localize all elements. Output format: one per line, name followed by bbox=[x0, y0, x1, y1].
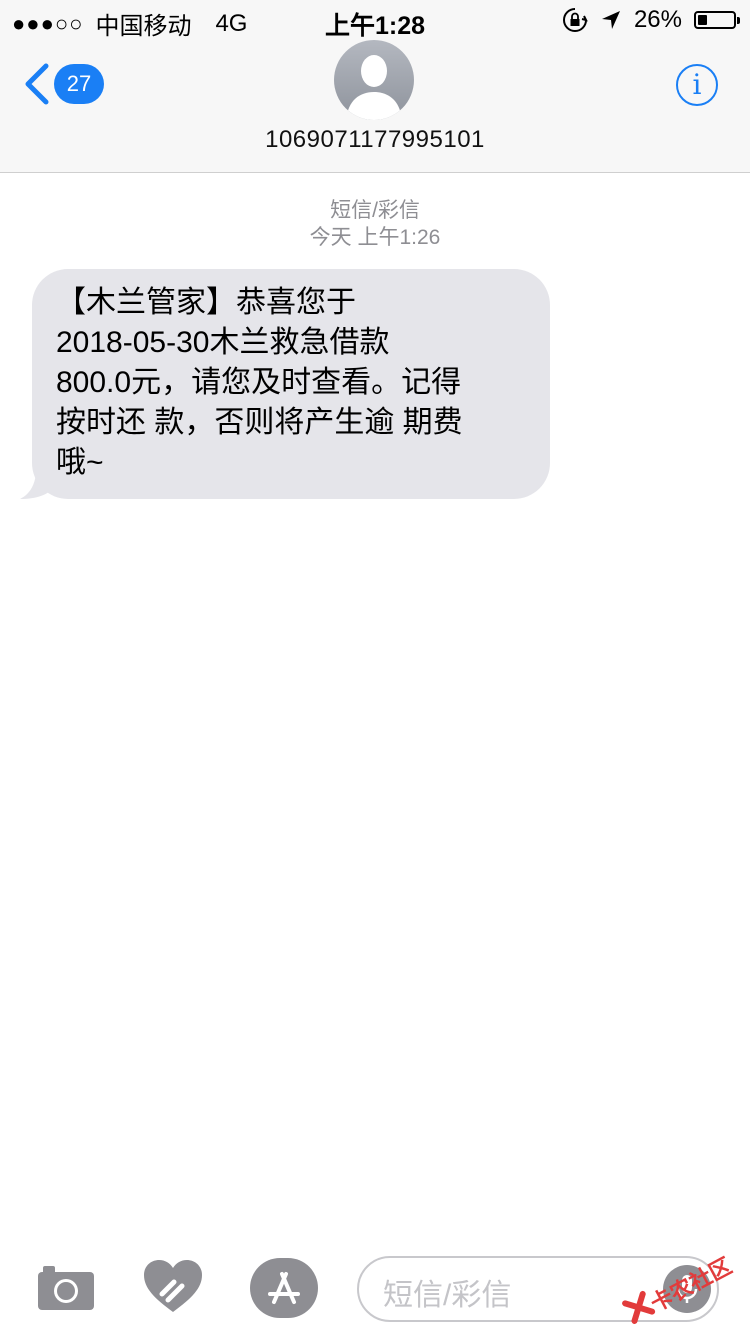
message-text-line: 2018-05-30木兰救急借款 bbox=[56, 326, 390, 359]
message-type-label: 短信/彩信 bbox=[330, 199, 420, 222]
battery-percent: 26% bbox=[633, 6, 682, 33]
message-text-line: 按时还 款，否则将产生逾 期费 bbox=[56, 406, 463, 439]
info-icon: i bbox=[692, 68, 702, 101]
message-bubble[interactable]: 【木兰管家】恭喜您于 2018-05-30木兰救急借款 800.0元，请您及时查… bbox=[32, 269, 550, 499]
battery-level-fill bbox=[698, 15, 707, 25]
message-placeholder: 短信/彩信 bbox=[383, 1279, 512, 1312]
digital-touch-heart-icon[interactable] bbox=[144, 1260, 202, 1314]
contact-avatar[interactable] bbox=[334, 40, 414, 120]
status-right: 26% bbox=[562, 6, 740, 34]
message-meta: 短信/彩信 今天 上午1:26 bbox=[0, 197, 750, 251]
info-button[interactable]: i bbox=[676, 64, 718, 106]
message-text-line: 800.0元，请您及时查看。记得 bbox=[56, 366, 462, 399]
contact-number[interactable]: 1069071177995101 bbox=[0, 126, 750, 154]
battery-icon bbox=[694, 11, 740, 29]
chevron-left-icon bbox=[25, 63, 49, 105]
message-input-bar: 短信/彩信 卡农社区 bbox=[0, 1240, 750, 1334]
unread-count-badge: 27 bbox=[54, 64, 104, 104]
location-arrow-icon bbox=[601, 11, 620, 29]
orientation-lock-icon bbox=[562, 8, 588, 32]
back-button[interactable]: 27 bbox=[22, 62, 104, 106]
app-store-icon[interactable] bbox=[250, 1258, 318, 1318]
message-timestamp: 今天 上午1:26 bbox=[309, 226, 441, 249]
message-text-line: 哦~ bbox=[56, 446, 104, 479]
camera-icon[interactable] bbox=[38, 1264, 94, 1310]
person-silhouette-icon bbox=[346, 55, 402, 120]
status-bar: ●●●○○ 中国移动 4G 上午1:28 26% bbox=[0, 0, 750, 40]
message-text-line: 【木兰管家】恭喜您于 bbox=[56, 286, 356, 319]
conversation-header: 27 1069071177995101 i bbox=[0, 40, 750, 173]
incoming-message[interactable]: 【木兰管家】恭喜您于 2018-05-30木兰救急借款 800.0元，请您及时查… bbox=[20, 269, 550, 499]
